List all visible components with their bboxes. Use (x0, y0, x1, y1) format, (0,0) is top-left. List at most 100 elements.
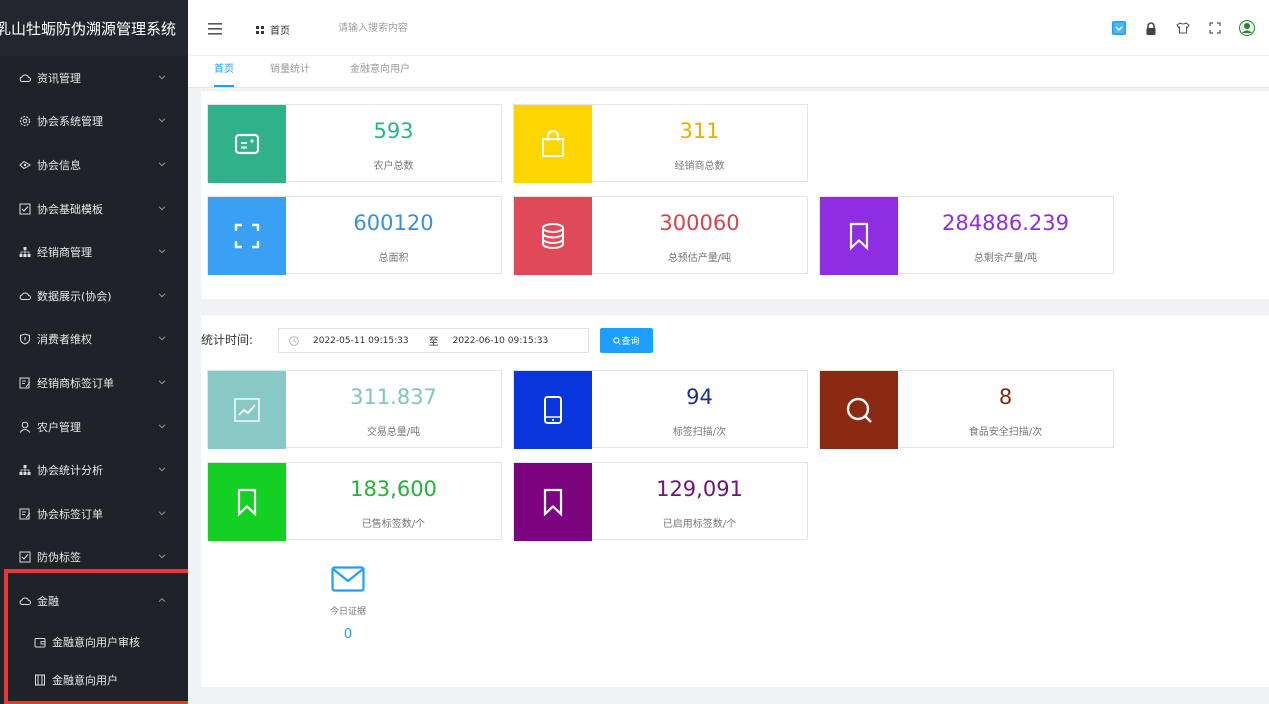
date-start: 2022-05-11 09:15:33 (313, 335, 409, 346)
sidebar-item-label: 协会统计分析 (37, 464, 103, 478)
menu-toggle-icon[interactable] (208, 20, 222, 35)
sidebar-item-6[interactable]: 消费者维权 (0, 318, 188, 362)
user-avatar[interactable] (1231, 18, 1263, 38)
chevron-down-icon (158, 117, 166, 125)
query-button[interactable]: 查询 (600, 328, 653, 353)
sidebar-item-label: 消费者维权 (37, 333, 92, 347)
grid-icon (256, 25, 264, 34)
chevron-down-icon (158, 291, 166, 299)
stat-card: 129,091 已启用标签数/个 (513, 462, 808, 541)
logo-bar: 乳山牡蛎防伪溯源管理系统 (0, 0, 188, 56)
wallet-icon (34, 636, 46, 648)
sidebar-subitem-label: 金融意向用户审核 (52, 635, 140, 649)
stat-label: 总预估产量/吨 (667, 253, 732, 264)
header-toolbar (1103, 18, 1263, 38)
sidebar-item-1[interactable]: 协会系统管理 (0, 100, 188, 144)
fullscreen-icon[interactable] (1199, 18, 1231, 38)
stat-label: 标签扫描/次 (672, 427, 727, 438)
lock-icon[interactable] (1135, 18, 1167, 38)
query-button-label: 查询 (621, 337, 640, 347)
sidebar-nav: 资讯管理协会系统管理协会信息协会基础模板经销商管理数据展示(协会) 消费者维权经销… (0, 56, 188, 699)
statistics-panel: 统计时间: 2022-05-11 09:15:33 至 2022-06-10 0… (201, 315, 1269, 687)
sidebar-item-4[interactable]: 经销商管理 (0, 230, 188, 274)
sidebar-item-7[interactable]: 经销商标签订单 (0, 361, 188, 405)
notification-icon[interactable] (1103, 18, 1135, 38)
sidebar-item-label: 金融 (37, 594, 59, 608)
user-icon (18, 420, 31, 433)
sidebar-item-11[interactable]: 防伪标签 (0, 536, 188, 580)
checkbox-icon (18, 202, 31, 215)
top-header: 首页 (188, 0, 1269, 56)
sidebar-item-3[interactable]: 协会基础模板 (0, 187, 188, 231)
mobile-icon (514, 371, 592, 449)
sidebar-subitem-0[interactable]: 金融意向用户审核 (0, 623, 188, 661)
tab-home[interactable]: 首页 (214, 56, 234, 87)
stat-label: 食品安全扫描/次 (968, 427, 1043, 438)
tab-sales-stats[interactable]: 销量统计 (270, 56, 310, 87)
stat-card: 593 农户总数 (207, 104, 502, 183)
stat-value: 300060 (659, 211, 740, 235)
stat-card: 8 食品安全扫描/次 (819, 370, 1114, 449)
sidebar-item-10[interactable]: 协会标签订单 (0, 492, 188, 536)
sidebar-item-12[interactable]: 金融 (0, 579, 188, 623)
sidebar-subitem-label: 金融意向用户 (52, 673, 118, 687)
mail-icon (331, 566, 365, 592)
theme-shirt-icon[interactable] (1167, 18, 1199, 38)
shield-icon (18, 333, 31, 346)
sidebar-item-label: 协会标签订单 (37, 507, 103, 521)
stat-card: 183,600 已售标签数/个 (207, 462, 502, 541)
sidebar-item-8[interactable]: 农户管理 (0, 405, 188, 449)
stat-value: 8 (998, 385, 1013, 409)
edit-icon (18, 376, 31, 389)
sidebar-item-9[interactable]: 协会统计分析 (0, 448, 188, 492)
sidebar-item-label: 经销商管理 (37, 246, 92, 260)
sidebar-subitem-1[interactable]: 金融意向用户 (0, 661, 188, 699)
stat-label: 已售标签数/个 (361, 519, 426, 530)
sidebar-item-label: 资讯管理 (37, 71, 81, 85)
trend-chart-icon (208, 371, 286, 449)
breadcrumb-home-label: 首页 (270, 26, 290, 37)
stat-time-label: 统计时间: (201, 333, 254, 347)
search-input[interactable] (338, 17, 498, 39)
sidebar-item-0[interactable]: 资讯管理 (0, 56, 188, 100)
stat-card: 94 标签扫描/次 (513, 370, 808, 449)
stat-value: 94 (686, 385, 713, 409)
chevron-down-icon (158, 422, 166, 430)
overview-panel: 593 农户总数 311 经销商总数 600120 总面积 300060 总预估产量/吨 284… (201, 91, 1269, 299)
stat-value: 593 (373, 119, 414, 143)
date-range-input[interactable]: 2022-05-11 09:15:33 至 2022-06-10 09:15:3… (278, 328, 589, 353)
chevron-down-icon (158, 378, 166, 386)
main-content: 593 农户总数 311 经销商总数 600120 总面积 300060 总预估产量/吨 284… (188, 88, 1269, 704)
chevron-up-icon (158, 596, 166, 604)
stat-label: 总剩余产量/吨 (973, 253, 1038, 264)
sidebar-item-label: 数据展示(协会) (37, 289, 112, 303)
stat-value: 311.837 (350, 385, 437, 409)
cloud-icon (18, 289, 31, 302)
org-icon (18, 246, 31, 259)
sidebar-item-5[interactable]: 数据展示(协会) (0, 274, 188, 318)
id-card-icon (208, 105, 286, 183)
sidebar-item-2[interactable]: 协会信息 (0, 143, 188, 187)
date-end: 2022-06-10 09:15:33 (452, 335, 549, 346)
sidebar-item-label: 协会信息 (37, 158, 81, 172)
chevron-down-icon (158, 553, 166, 561)
tab-finance-users[interactable]: 金融意向用户 (350, 56, 410, 87)
sidebar-item-label: 农户管理 (37, 420, 81, 434)
today-evidence-label: 今日证据 (329, 607, 366, 617)
search-icon (613, 336, 622, 345)
stat-label: 已启用标签数/个 (662, 519, 737, 530)
checkbox-icon (18, 551, 31, 564)
stat-label: 经销商总数 (674, 161, 725, 172)
shopping-bag-icon (514, 105, 592, 183)
breadcrumb-home[interactable]: 首页 (256, 22, 290, 37)
database-icon (514, 197, 592, 275)
book-icon (34, 674, 46, 686)
chevron-down-icon (158, 509, 166, 517)
bookmark-icon (514, 463, 592, 541)
stat-value: 183,600 (350, 477, 437, 501)
org-icon (18, 464, 31, 477)
stat-value: 311 (679, 119, 720, 143)
sidebar: 乳山牡蛎防伪溯源管理系统 资讯管理协会系统管理协会信息协会基础模板经销商管理数据… (0, 0, 188, 704)
bookmark-icon (820, 197, 898, 275)
edit-icon (18, 507, 31, 520)
